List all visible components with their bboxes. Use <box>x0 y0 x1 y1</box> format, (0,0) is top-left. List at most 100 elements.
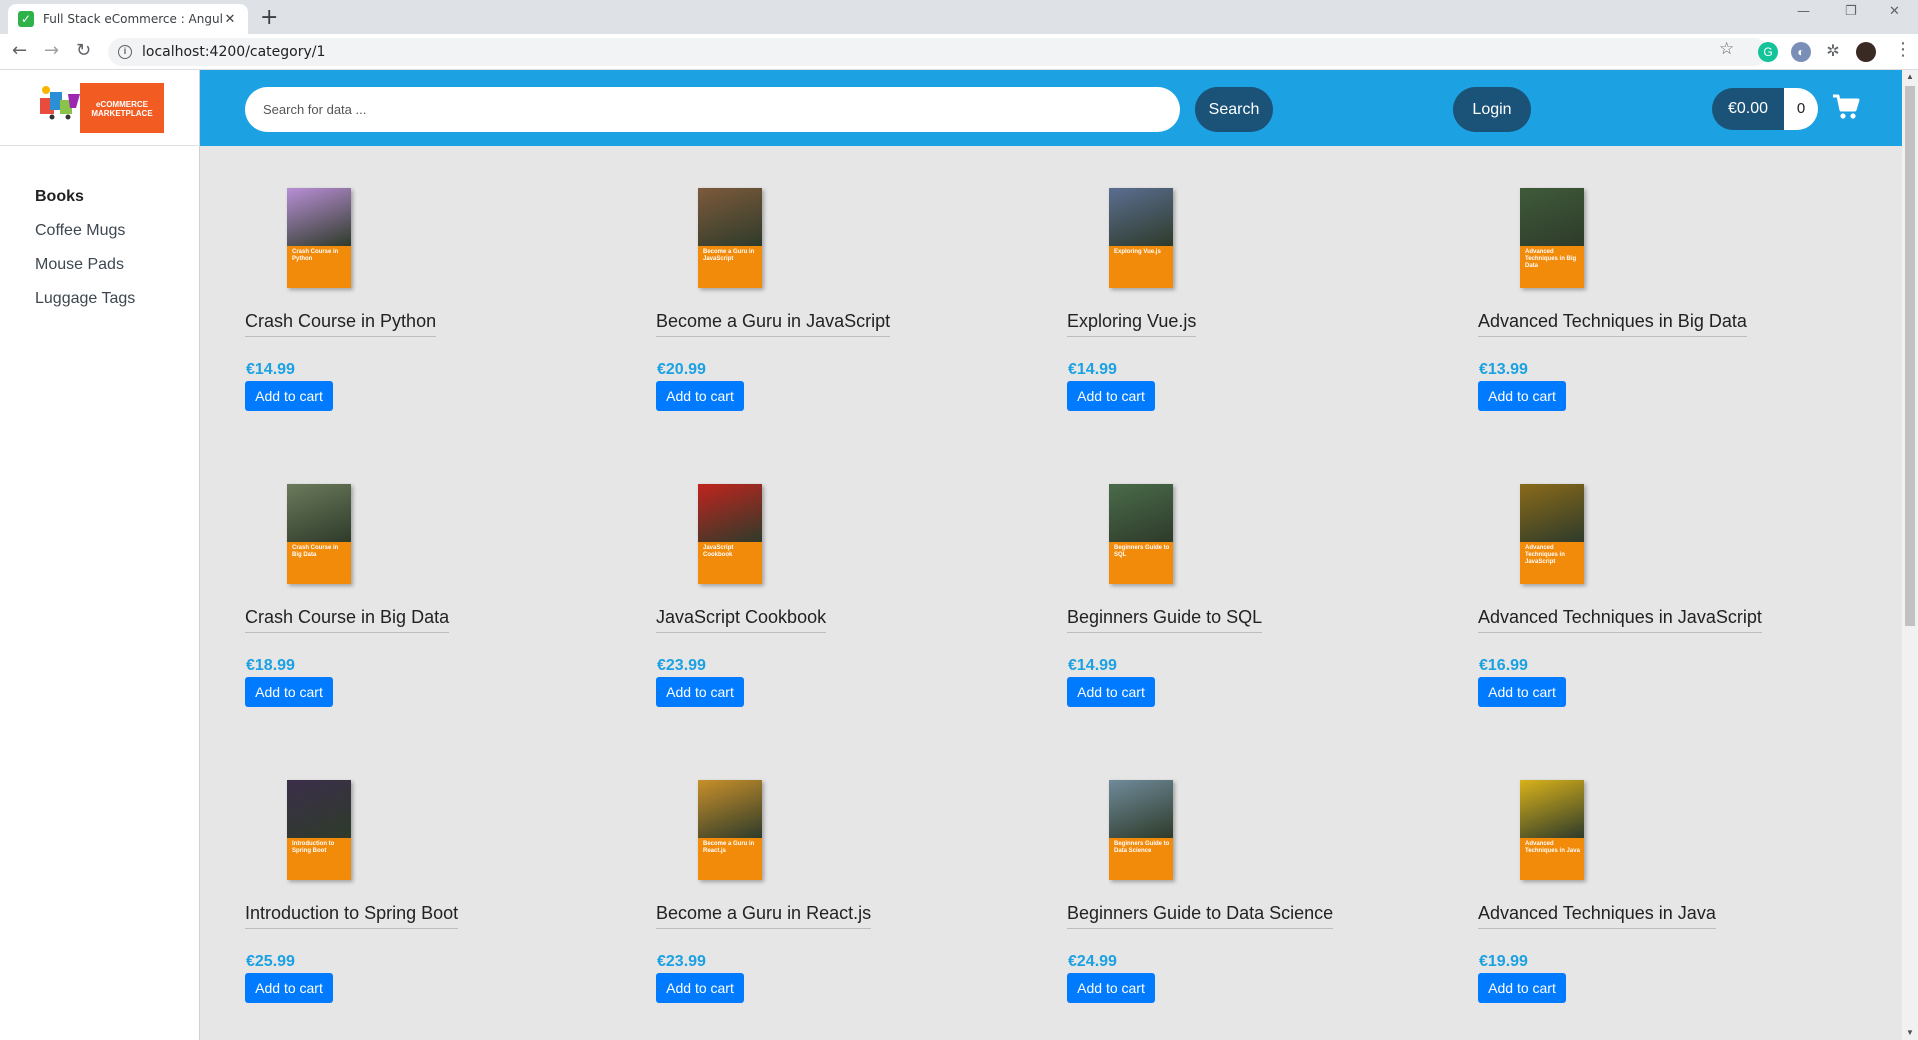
product-name-link[interactable]: Beginners Guide to SQL <box>1067 607 1263 633</box>
browser-tab[interactable]: ✓ Full Stack eCommerce : Angular a ✕ <box>8 4 248 34</box>
tab-title: Full Stack eCommerce : Angular a <box>43 12 222 26</box>
cover-title: Advanced Techniques in Java <box>1525 841 1580 854</box>
product-price: €23.99 <box>657 953 706 970</box>
grammarly-extension-icon[interactable]: G <box>1758 42 1778 62</box>
bookmark-star-icon[interactable]: ☆ <box>1719 39 1734 59</box>
cover-photo <box>1520 188 1584 246</box>
book-cover-image[interactable]: Crash Course in Big Data <box>287 484 351 584</box>
logo[interactable]: eCOMMERCE MARKETPLACE <box>0 70 200 146</box>
sidebar-item-mouse-pads[interactable]: Mouse Pads <box>35 256 135 277</box>
sidebar-item-coffee-mugs[interactable]: Coffee Mugs <box>35 222 135 243</box>
cover-photo <box>287 188 351 246</box>
login-button[interactable]: Login <box>1453 87 1531 132</box>
browser-toolbar: ← → ↻ i localhost:4200/category/1 ☆ G ◐ … <box>0 34 1918 70</box>
app: eCOMMERCE MARKETPLACE Books Coffee Mugs … <box>0 70 1918 1040</box>
product-name-link[interactable]: Advanced Techniques in JavaScript <box>1478 607 1762 633</box>
book-cover-image[interactable]: Advanced Techniques in Java <box>1520 780 1584 880</box>
shopping-cart-icon[interactable] <box>1832 94 1860 120</box>
product-name-link[interactable]: Become a Guru in JavaScript <box>656 311 891 337</box>
cover-title: Crash Course in Big Data <box>292 545 339 558</box>
search-input[interactable] <box>245 87 1180 132</box>
close-window-icon[interactable]: ✕ <box>1889 4 1900 19</box>
cover-photo <box>1109 188 1173 246</box>
minimize-icon[interactable]: — <box>1797 4 1810 19</box>
new-tab-button[interactable]: + <box>260 5 278 30</box>
add-to-cart-button[interactable]: Add to cart <box>656 381 744 411</box>
cover-photo <box>698 484 762 542</box>
product-name-link[interactable]: JavaScript Cookbook <box>656 607 827 633</box>
sidebar-item-books[interactable]: Books <box>35 188 135 209</box>
address-bar[interactable]: i localhost:4200/category/1 <box>108 38 1768 66</box>
add-to-cart-button[interactable]: Add to cart <box>656 973 744 1003</box>
cover-photo <box>1109 484 1173 542</box>
book-cover-image[interactable]: JavaScript Cookbook <box>698 484 762 584</box>
sidebar-item-luggage-tags[interactable]: Luggage Tags <box>35 290 135 311</box>
add-to-cart-button[interactable]: Add to cart <box>656 677 744 707</box>
product-name-link[interactable]: Crash Course in Big Data <box>245 607 450 633</box>
product-price: €19.99 <box>1479 953 1528 970</box>
product-card: Crash Course in Big Data Crash Course in … <box>245 484 635 744</box>
profile-avatar[interactable] <box>1856 42 1876 62</box>
product-name-link[interactable]: Become a Guru in React.js <box>656 903 872 929</box>
cover-photo <box>1520 780 1584 838</box>
book-cover-image[interactable]: Become a Guru in React.js <box>698 780 762 880</box>
book-cover-image[interactable]: Advanced Techniques in Big Data <box>1520 188 1584 288</box>
scroll-up-arrow-icon[interactable]: ▲ <box>1906 72 1914 81</box>
add-to-cart-button[interactable]: Add to cart <box>1067 973 1155 1003</box>
book-cover-image[interactable]: Beginners Guide to Data Science <box>1109 780 1173 880</box>
scrollbar-thumb[interactable] <box>1905 86 1915 626</box>
add-to-cart-button[interactable]: Add to cart <box>245 381 333 411</box>
book-cover-image[interactable]: Beginners Guide to SQL <box>1109 484 1173 584</box>
add-to-cart-button[interactable]: Add to cart <box>1067 381 1155 411</box>
product-name-link[interactable]: Advanced Techniques in Java <box>1478 903 1716 929</box>
add-to-cart-button[interactable]: Add to cart <box>1478 381 1566 411</box>
product-card: Introduction to Spring Boot Introduction … <box>245 780 635 1040</box>
puzzle-extensions-icon[interactable]: ✲ <box>1823 42 1843 62</box>
cover-title: Crash Course in Python <box>292 249 339 262</box>
product-card: JavaScript Cookbook JavaScript Cookbook €2… <box>656 484 1046 744</box>
book-cover-image[interactable]: Introduction to Spring Boot <box>287 780 351 880</box>
checkmark-favicon-icon: ✓ <box>18 11 34 27</box>
product-price: €20.99 <box>657 361 706 378</box>
cover-title: Advanced Techniques in Big Data <box>1525 249 1577 269</box>
close-tab-icon[interactable]: ✕ <box>222 12 238 27</box>
cart-total[interactable]: €0.00 <box>1712 88 1784 130</box>
product-price: €16.99 <box>1479 657 1528 674</box>
book-cover-image[interactable]: Crash Course in Python <box>287 188 351 288</box>
scroll-down-arrow-icon[interactable]: ▼ <box>1906 1028 1914 1037</box>
restore-icon[interactable]: ❐ <box>1845 4 1857 19</box>
product-name-link[interactable]: Advanced Techniques in Big Data <box>1478 311 1747 337</box>
product-name-link[interactable]: Introduction to Spring Boot <box>245 903 459 929</box>
cover-title: JavaScript Cookbook <box>703 545 734 558</box>
info-icon[interactable]: i <box>118 45 132 59</box>
add-to-cart-button[interactable]: Add to cart <box>245 677 333 707</box>
product-price: €14.99 <box>1068 657 1117 674</box>
add-to-cart-button[interactable]: Add to cart <box>1067 677 1155 707</box>
forward-arrow-icon[interactable]: → <box>44 40 59 61</box>
cover-title: Exploring Vue.js <box>1114 249 1161 255</box>
shopping-logo-icon <box>40 86 80 120</box>
product-card: Beginners Guide to Data Science Beginners… <box>1067 780 1457 1040</box>
cover-title: Become a Guru in JavaScript <box>703 249 755 262</box>
product-price: €14.99 <box>1068 361 1117 378</box>
sidebar: eCOMMERCE MARKETPLACE Books Coffee Mugs … <box>0 70 200 1040</box>
product-name-link[interactable]: Beginners Guide to Data Science <box>1067 903 1334 929</box>
add-to-cart-button[interactable]: Add to cart <box>1478 973 1566 1003</box>
menu-kebab-icon[interactable]: ⋮ <box>1894 39 1912 60</box>
extension-icon[interactable]: ◐ <box>1791 42 1811 62</box>
reload-icon[interactable]: ↻ <box>76 40 91 61</box>
add-to-cart-button[interactable]: Add to cart <box>1478 677 1566 707</box>
book-cover-image[interactable]: Become a Guru in JavaScript <box>698 188 762 288</box>
cover-photo <box>287 484 351 542</box>
add-to-cart-button[interactable]: Add to cart <box>245 973 333 1003</box>
cart-count-badge[interactable]: 0 <box>1784 88 1818 130</box>
page-scrollbar[interactable]: ▲ ▼ <box>1902 70 1918 1040</box>
product-name-link[interactable]: Crash Course in Python <box>245 311 437 337</box>
search-button[interactable]: Search <box>1195 87 1273 132</box>
url-text[interactable]: localhost:4200/category/1 <box>142 44 325 60</box>
cover-photo <box>1109 780 1173 838</box>
product-name-link[interactable]: Exploring Vue.js <box>1067 311 1197 337</box>
book-cover-image[interactable]: Advanced Techniques in JavaScript <box>1520 484 1584 584</box>
book-cover-image[interactable]: Exploring Vue.js <box>1109 188 1173 288</box>
back-arrow-icon[interactable]: ← <box>12 40 27 61</box>
